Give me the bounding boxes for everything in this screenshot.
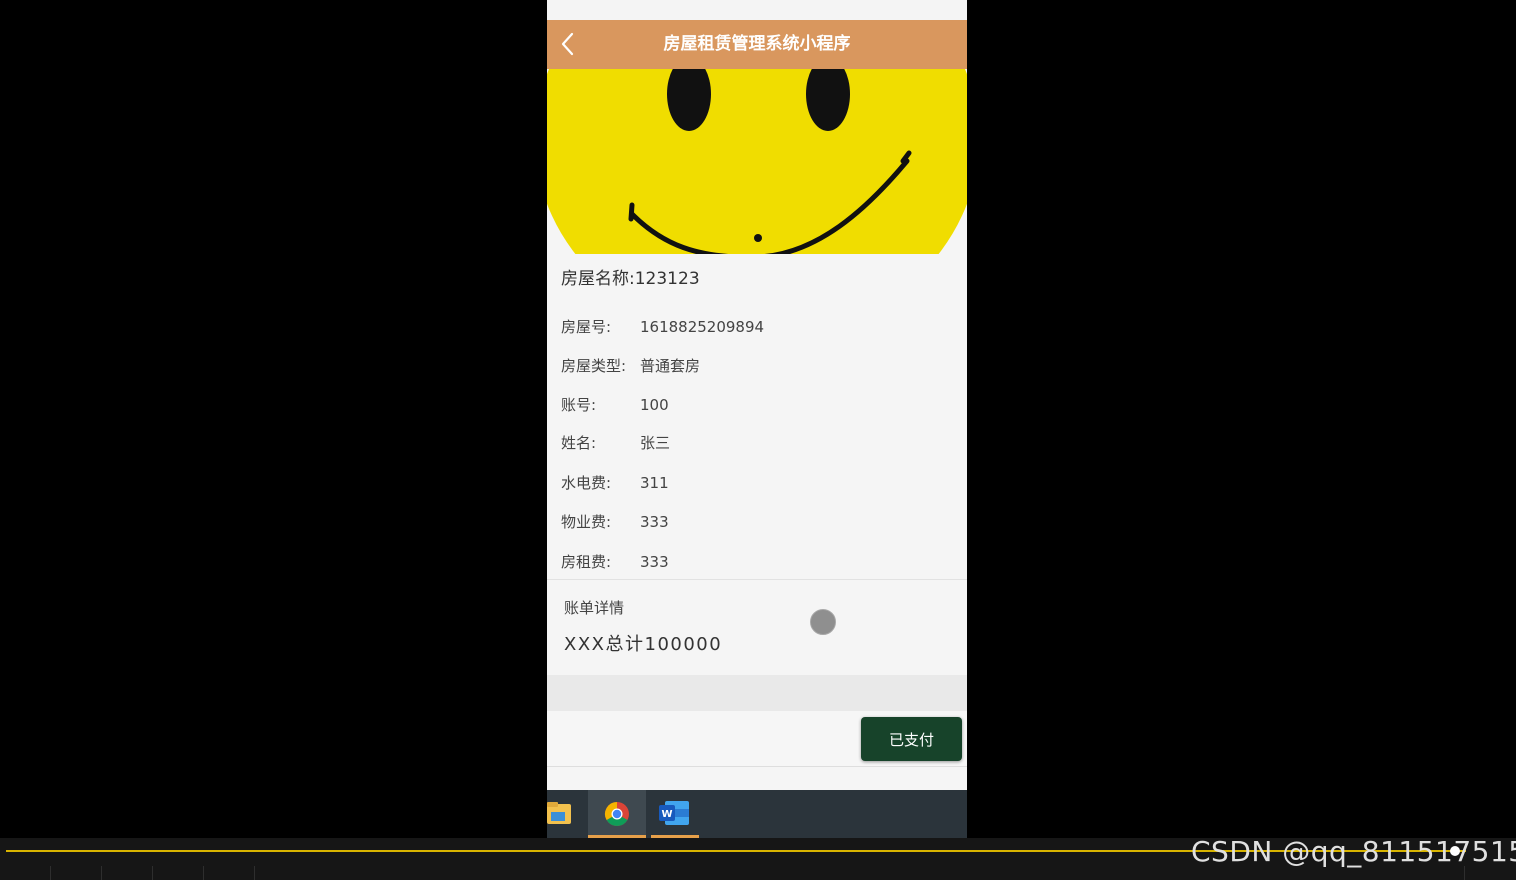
taskbar-file-explorer[interactable] (547, 790, 577, 838)
paid-button[interactable]: 已支付 (861, 717, 962, 761)
field-property-fee: 物业费: 333 (561, 511, 669, 532)
bill-title: 账单详情 (564, 599, 625, 617)
field-value: 普通套房 (640, 357, 701, 375)
word-icon: W (659, 801, 689, 825)
divider (547, 579, 967, 580)
navigation-bar: 房屋租赁管理系统小程序 (547, 20, 967, 69)
control-divider (203, 866, 204, 880)
bill-details: 账单详情 XXX总计100000 (564, 597, 944, 656)
action-bar: 已支付 (547, 711, 967, 767)
watermark: CSDN @qq_811517515 (1191, 835, 1516, 868)
back-button[interactable] (559, 30, 579, 58)
svg-text:W: W (661, 809, 672, 820)
field-value: 333 (640, 513, 669, 531)
touch-cursor-indicator (810, 609, 836, 635)
control-divider (101, 866, 102, 880)
house-name-label: 房屋名称: (561, 269, 635, 289)
field-label: 房屋号: (561, 318, 612, 336)
chrome-icon (604, 802, 629, 827)
field-account: 账号: 100 (561, 394, 669, 415)
bill-content: XXX总计100000 (564, 634, 723, 655)
field-house-type: 房屋类型: 普通套房 (561, 355, 700, 376)
status-strip (547, 0, 967, 20)
field-value: 1618825209894 (640, 318, 765, 336)
field-name: 姓名: 张三 (561, 432, 670, 453)
field-rent: 房租费: 333 (561, 551, 669, 572)
field-value: 100 (640, 396, 669, 414)
house-name: 房屋名称:123123 (561, 264, 700, 289)
house-name-value: 123123 (634, 269, 700, 289)
taskbar-chrome[interactable] (588, 790, 646, 838)
control-divider (1464, 866, 1465, 880)
field-label: 账号: (561, 396, 597, 414)
field-label: 物业费: (561, 513, 612, 531)
chevron-left-icon (561, 32, 574, 56)
control-divider (152, 866, 153, 880)
phone-screen: 房屋租赁管理系统小程序 房屋名称:123123 房屋号: 161882520989… (547, 0, 967, 790)
field-house-number: 房屋号: 1618825209894 (561, 316, 764, 337)
control-divider (254, 866, 255, 880)
taskbar-word[interactable]: W (651, 790, 699, 838)
field-value: 张三 (640, 434, 671, 452)
windows-taskbar: W (547, 790, 967, 838)
page-title: 房屋租赁管理系统小程序 (663, 34, 851, 54)
field-label: 水电费: (561, 474, 612, 492)
control-divider (50, 866, 51, 880)
field-label: 房屋类型: (561, 357, 627, 375)
spacer-band (547, 675, 967, 711)
field-utilities: 水电费: 311 (561, 472, 669, 493)
field-value: 333 (640, 553, 669, 571)
house-image (547, 69, 967, 254)
smiley-face-image (547, 69, 967, 254)
field-label: 房租费: (561, 553, 612, 571)
field-value: 311 (640, 474, 669, 492)
file-explorer-icon (547, 802, 571, 824)
field-label: 姓名: (561, 434, 597, 452)
